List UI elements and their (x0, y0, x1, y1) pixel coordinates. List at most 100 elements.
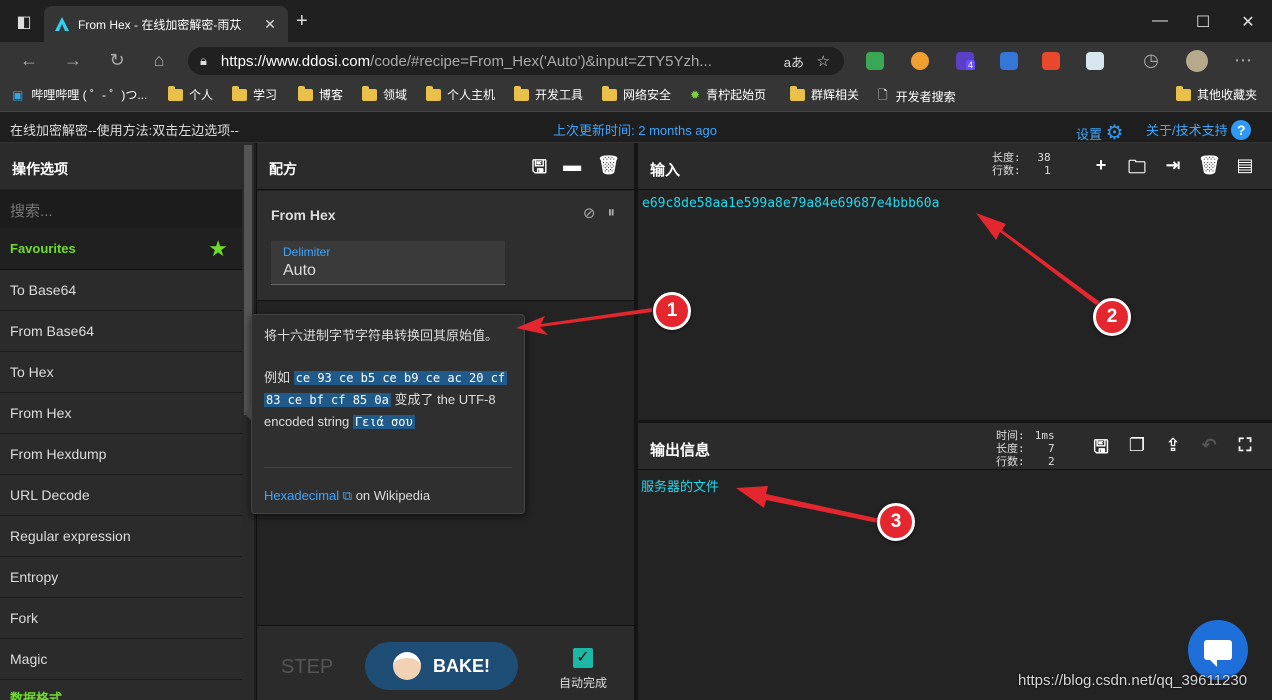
other-bookmarks[interactable]: 其他收藏夹 (1176, 85, 1257, 103)
input-textarea[interactable]: e69c8de58aa1e599a8e79a84e69687e4bbb60a (638, 190, 1272, 217)
bookmark-folder[interactable]: 网络安全 (602, 85, 671, 103)
trash-icon[interactable]: 🗑︎ (1198, 155, 1221, 185)
refresh-icon[interactable]: ↻ (106, 50, 128, 71)
operation-item[interactable]: To Hex (0, 352, 242, 393)
operation-item[interactable]: Regular expression (0, 516, 242, 557)
bookmark-folder[interactable]: 个人主机 (426, 85, 495, 103)
category-heading[interactable]: 数据格式 (0, 680, 242, 700)
read-aloud-icon[interactable]: aあ (784, 52, 804, 71)
operation-item[interactable]: From Hexdump (0, 434, 242, 475)
operations-panel: 操作选项 搜索... Favourites ★ To Base64 From Ba… (0, 143, 242, 700)
extension-icon[interactable]: 4 (956, 52, 976, 70)
minimize-icon[interactable]: — (1150, 12, 1170, 30)
operation-item[interactable]: URL Decode (0, 475, 242, 516)
favourites-category[interactable]: Favourites ★ (0, 228, 242, 270)
open-folder-icon[interactable]: 🗀︎ (1126, 155, 1148, 185)
about-link[interactable]: 关于/技术支持 ? (1146, 120, 1252, 140)
maximize-icon[interactable]: ☐ (1193, 12, 1213, 32)
add-favorite-icon[interactable]: ☆ (817, 52, 830, 70)
bake-bar: STEP BAKE! ✓ 自动完成 (257, 625, 635, 700)
bookmark-item[interactable]: 🗋︎ 开发者搜索 (878, 86, 956, 107)
input-stats: 长度: 38 行数: 1 (992, 151, 1051, 177)
operation-item[interactable]: From Hex (0, 393, 242, 434)
operations-search-input[interactable]: 搜索... (0, 190, 242, 228)
save-icon[interactable]: 🖫︎ (1090, 435, 1112, 465)
auto-bake-checkbox[interactable]: ✓ 自动完成 (553, 648, 613, 691)
title-bar: ◧ From Hex - 在线加密解密-雨苁 ✕ + — ☐ ✕ (0, 0, 1272, 42)
operation-item[interactable]: Fork (0, 598, 242, 639)
bookmark-item[interactable]: ✹ 青柠起始页 (690, 86, 766, 103)
close-window-icon[interactable]: ✕ (1238, 12, 1258, 32)
output-header: 输出信息 时间: 1ms 长度: 7 行数: 2 🖫︎ ❐ ⇪ ↶ ⛶ (638, 423, 1272, 470)
last-updated[interactable]: 上次更新时间: 2 months ago (553, 120, 717, 139)
bake-button[interactable]: BAKE! (365, 642, 518, 690)
extension-icon[interactable] (1086, 52, 1104, 70)
window-menu-icon[interactable]: ◧ (14, 12, 34, 32)
undo-icon[interactable]: ↶ (1198, 435, 1220, 465)
bookmark-folder[interactable]: 群辉相关 (790, 85, 859, 103)
extension-icon[interactable] (1000, 52, 1018, 70)
help-icon[interactable]: ? (1231, 120, 1252, 140)
bookmark-folder[interactable]: 领域 (362, 85, 407, 103)
output-textarea[interactable]: 服务器的文件 (638, 470, 1272, 501)
extension-icon[interactable] (1042, 52, 1060, 70)
operation-item[interactable]: From Base64 (0, 311, 242, 352)
lock-icon[interactable]: 🔒︎ (200, 53, 207, 69)
cyberchef-logo-icon (55, 17, 69, 31)
app-header: 在线加密解密--使用方法:双击左边选项-- 上次更新时间: 2 months a… (0, 113, 1272, 145)
settings-link[interactable]: 设置 ⚙ (1076, 120, 1124, 145)
address-bar[interactable]: 🔒︎ https://www.ddosi.com /code/#recipe=F… (188, 47, 844, 75)
chat-button[interactable] (1188, 620, 1248, 680)
operation-name: From Hex (271, 207, 336, 223)
wikipedia-link[interactable]: Hexadecimal ⧉ (264, 488, 352, 503)
step-button[interactable]: STEP (281, 656, 333, 679)
extension-badge: 4 (966, 60, 976, 70)
trash-icon[interactable]: 🗑︎ (597, 155, 620, 185)
layout-icon[interactable]: ▤ (1234, 155, 1256, 185)
pause-icon[interactable]: ⏸︎ (607, 204, 615, 222)
save-icon[interactable]: 🖫︎ (532, 155, 547, 185)
output-stats: 时间: 1ms 长度: 7 行数: 2 (996, 429, 1055, 468)
copy-icon[interactable]: ❐ (1126, 435, 1148, 465)
delimiter-field[interactable]: Delimiter Auto (271, 241, 505, 285)
external-link-icon: ⧉ (342, 488, 353, 503)
checkbox-checked-icon[interactable]: ✓ (573, 648, 593, 668)
operation-item[interactable]: Magic (0, 639, 242, 680)
operation-item[interactable]: Entropy (0, 557, 242, 598)
tab-title: From Hex - 在线加密解密-雨苁 (78, 17, 242, 32)
recipe-title: 配方 (269, 161, 297, 177)
folder-icon (168, 85, 183, 101)
operation-item[interactable]: To Base64 (0, 270, 242, 311)
bookmark-folder[interactable]: 学习 (232, 85, 277, 103)
folder-icon (1176, 85, 1191, 101)
folder-open-icon[interactable]: ▬ (563, 155, 581, 185)
folder-icon (602, 85, 617, 101)
browser-tab[interactable]: From Hex - 在线加密解密-雨苁 ✕ (44, 6, 288, 42)
bookmark-folder[interactable]: 个人 (168, 85, 213, 103)
back-icon[interactable]: ← (18, 50, 40, 71)
history-icon[interactable]: ◷ (1140, 50, 1162, 71)
disable-icon[interactable]: ⊘ (583, 204, 596, 222)
star-icon[interactable]: ★ (208, 236, 228, 262)
extension-icon[interactable] (911, 52, 929, 70)
forward-icon[interactable]: → (62, 50, 84, 71)
bookmark-folder[interactable]: 开发工具 (514, 85, 583, 103)
tooltip-example: 例如 ce 93 ce b5 ce b9 ce ac 20 cf 83 ce b… (264, 370, 508, 429)
extension-icon[interactable] (866, 52, 884, 70)
avatar[interactable] (1186, 50, 1208, 72)
tab-close-icon[interactable]: ✕ (262, 16, 278, 33)
recipe-operation[interactable]: From Hex ⊘ ⏸︎ Delimiter Auto (257, 191, 635, 301)
replace-input-icon[interactable]: ⇪ (1162, 435, 1184, 465)
home-icon[interactable]: ⌂ (148, 50, 170, 71)
more-icon[interactable]: ⋯ (1232, 50, 1254, 71)
open-file-icon[interactable]: ⇥ (1162, 155, 1184, 185)
gear-icon[interactable]: ⚙ (1106, 122, 1124, 144)
bookmark-item[interactable]: ▣ 哔哩哔哩 ( ゜- ゜)つ... (12, 86, 147, 103)
add-tab-icon[interactable]: + (1090, 155, 1112, 185)
maximize-icon[interactable]: ⛶ (1234, 435, 1256, 465)
lime-icon: ✹ (690, 87, 701, 102)
new-tab-icon[interactable]: + (296, 10, 308, 33)
bookmark-folder[interactable]: 博客 (298, 85, 343, 103)
watermark: https://blog.csdn.net/qq_39611230 (1018, 672, 1248, 689)
bilibili-icon: ▣ (12, 87, 24, 102)
